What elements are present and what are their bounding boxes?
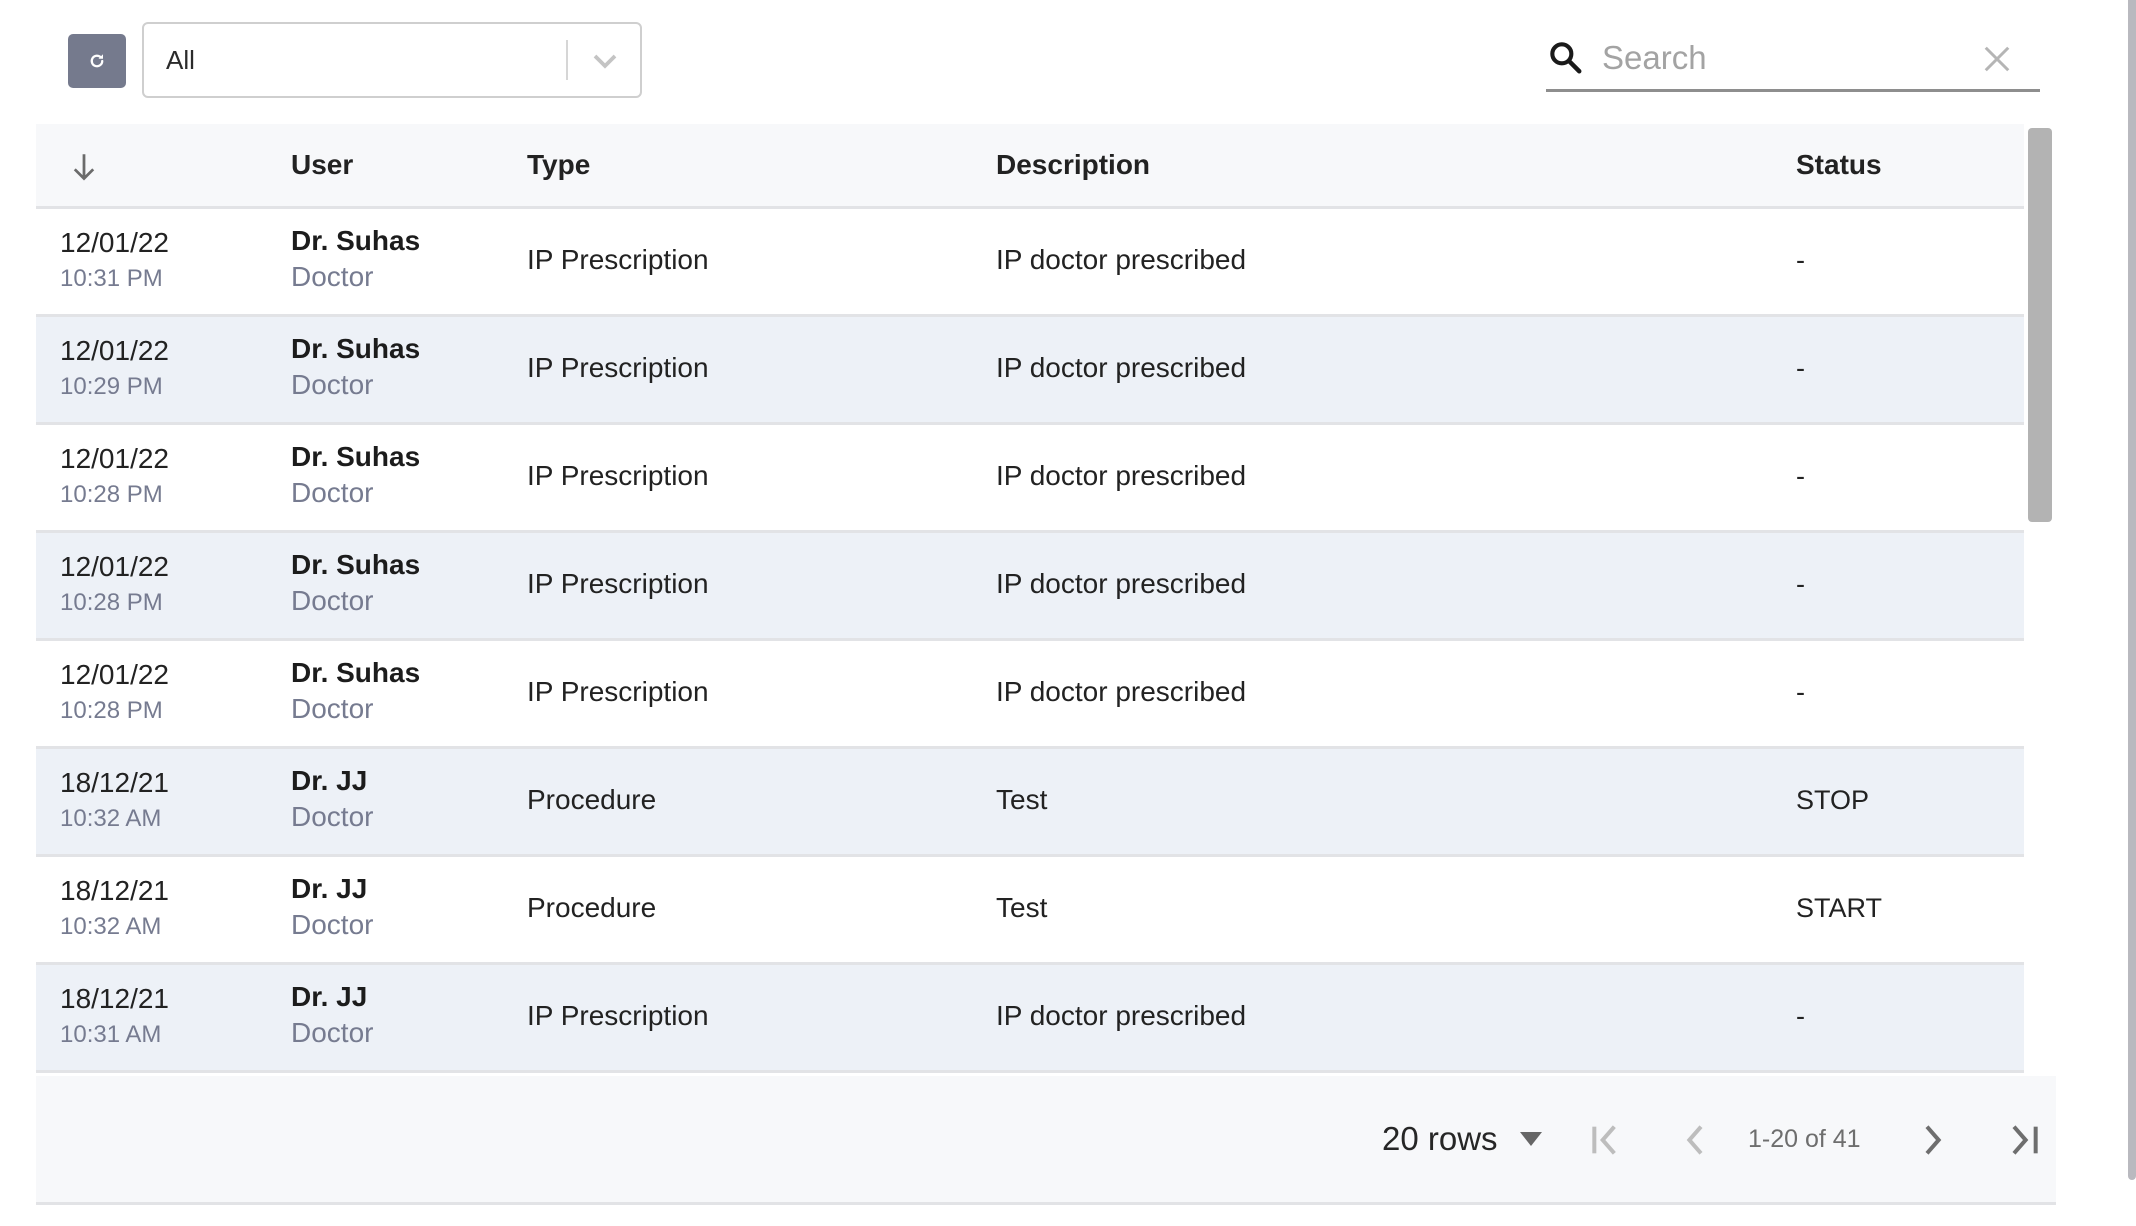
refresh-icon [90,54,104,68]
row-time: 10:31 AM [60,1021,162,1048]
row-user-role: Doctor [291,909,374,940]
column-header-user[interactable]: User [291,124,353,206]
row-description: IP doctor prescribed [996,1000,1247,1031]
row-status: - [1796,353,1805,383]
column-header-status[interactable]: Status [1796,124,1882,206]
row-type: IP Prescription [527,676,709,707]
row-description: IP doctor prescribed [996,568,1247,599]
row-user-role: Doctor [291,1017,374,1048]
row-user-name: Dr. Suhas [291,225,421,256]
row-type: Procedure [527,892,657,923]
table-body: 12/01/22 10:31 PM Dr. Suhas Doctor IP Prescr… [36,209,2024,1073]
refresh-button[interactable] [68,34,126,88]
row-user-name: Dr. Suhas [291,333,421,364]
row-description: IP doctor prescribed [996,460,1247,491]
chevron-right-icon[interactable] [1912,1120,1952,1160]
table-row[interactable]: 12/01/22 10:28 PM Dr. Suhas Doctor IP Prescr… [36,425,2024,533]
row-user-name: Dr. JJ [291,981,368,1012]
row-user-role: Doctor [291,585,374,616]
pagination-bar: 20 rows 1-20 of 41 [36,1076,2056,1205]
row-date: 18/12/21 [60,767,169,798]
row-type: IP Prescription [527,568,709,599]
select-separator [566,40,568,80]
table-scrollbar[interactable] [2028,128,2052,522]
first-page-icon[interactable] [1586,1120,1626,1160]
row-status: - [1796,461,1805,491]
row-description: Test [996,892,1048,923]
row-time: 10:32 AM [60,913,162,940]
row-date: 12/01/22 [60,443,169,474]
row-user-name: Dr. Suhas [291,549,421,580]
table-row[interactable]: 18/12/21 10:32 AM Dr. JJ Doctor Procedure Tes… [36,857,2024,965]
row-time: 10:28 PM [60,697,163,724]
arrow-down-icon[interactable] [70,152,98,182]
page-range: 1-20 of 41 [1748,1125,1861,1153]
row-date: 18/12/21 [60,875,169,906]
row-time: 10:28 PM [60,481,163,508]
filter-select-value: All [166,45,195,75]
row-user-name: Dr. Suhas [291,657,421,688]
row-date: 18/12/21 [60,983,169,1014]
table-header: User Type Description Status [36,124,2024,209]
table-row[interactable]: 12/01/22 10:29 PM Dr. Suhas Doctor IP Prescr… [36,317,2024,425]
chevron-left-icon[interactable] [1676,1120,1716,1160]
row-type: Procedure [527,784,657,815]
caret-down-icon[interactable] [1520,1132,1542,1146]
row-description: IP doctor prescribed [996,352,1247,383]
row-status: STOP [1796,785,1870,815]
row-user-role: Doctor [291,369,374,400]
row-date: 12/01/22 [60,227,169,258]
row-time: 10:31 PM [60,265,163,292]
row-type: IP Prescription [527,352,709,383]
activity-table: User Type Description Status 12/01/22 10:… [36,124,2024,1073]
row-time: 10:29 PM [60,373,163,400]
row-status: - [1796,569,1805,599]
row-date: 12/01/22 [60,551,169,582]
row-date: 12/01/22 [60,659,169,690]
row-time: 10:32 AM [60,805,162,832]
row-user-role: Doctor [291,261,374,292]
page-scrollbar[interactable] [2128,0,2136,1180]
row-date: 12/01/22 [60,335,169,366]
row-status: - [1796,1001,1805,1031]
row-type: IP Prescription [527,1000,709,1031]
row-time: 10:28 PM [60,589,163,616]
table-row[interactable]: 12/01/22 10:28 PM Dr. Suhas Doctor IP Prescr… [36,641,2024,749]
row-status: START [1796,893,1883,923]
close-icon[interactable] [1982,44,2012,74]
column-header-type[interactable]: Type [527,124,590,206]
filter-select[interactable]: All [142,22,642,98]
column-header-description[interactable]: Description [996,124,1150,206]
row-description: IP doctor prescribed [996,244,1247,275]
last-page-icon[interactable] [2004,1120,2044,1160]
row-type: IP Prescription [527,244,709,275]
row-user-role: Doctor [291,477,374,508]
chevron-down-icon[interactable] [590,46,620,76]
table-row[interactable]: 12/01/22 10:28 PM Dr. Suhas Doctor IP Prescr… [36,533,2024,641]
row-status: - [1796,677,1805,707]
row-description: Test [996,784,1048,815]
row-user-name: Dr. JJ [291,765,368,796]
search-input[interactable] [1602,30,1962,86]
rows-per-page-select[interactable]: 20 rows [1382,1076,1498,1202]
row-status: - [1796,245,1805,275]
row-user-name: Dr. Suhas [291,441,421,472]
row-user-role: Doctor [291,801,374,832]
row-user-name: Dr. JJ [291,873,368,904]
search-icon [1550,42,1582,74]
table-row[interactable]: 18/12/21 10:32 AM Dr. JJ Doctor Procedure Tes… [36,749,2024,857]
search-box [1546,30,2040,92]
table-row[interactable]: 12/01/22 10:31 PM Dr. Suhas Doctor IP Prescr… [36,209,2024,317]
row-description: IP doctor prescribed [996,676,1247,707]
table-row[interactable]: 18/12/21 10:31 AM Dr. JJ Doctor IP Prescript… [36,965,2024,1073]
row-type: IP Prescription [527,460,709,491]
row-user-role: Doctor [291,693,374,724]
